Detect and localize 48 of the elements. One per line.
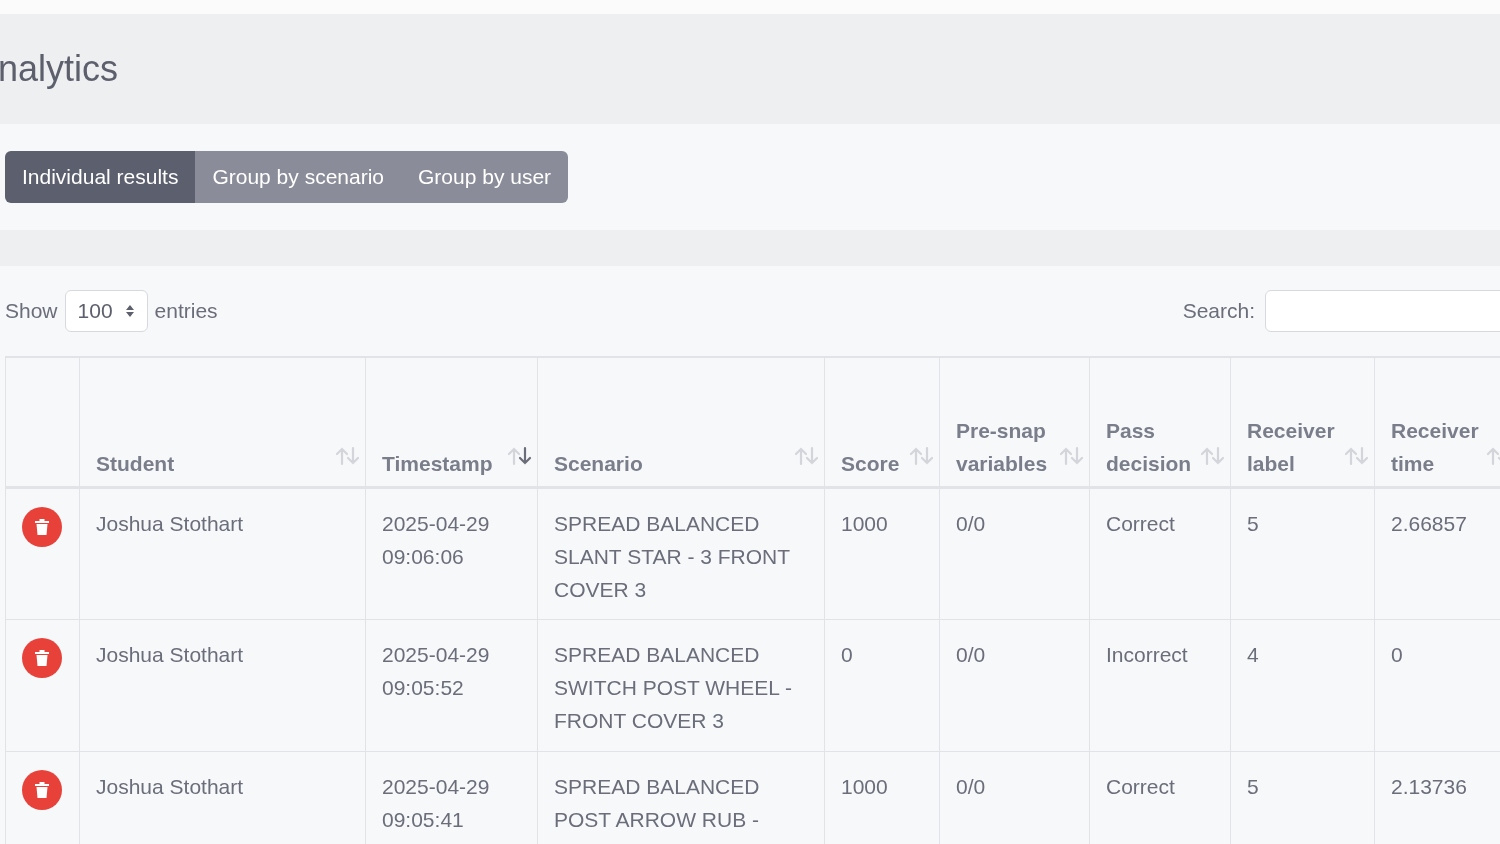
table-cell: 2025-04-29 09:06:06 — [365, 487, 538, 619]
column-header[interactable]: Score — [841, 446, 900, 480]
trash-icon — [35, 649, 49, 666]
select-arrows-icon — [124, 304, 135, 318]
table-cell: 2025-04-29 09:05:41 — [365, 751, 538, 844]
show-label: Show — [5, 298, 58, 325]
table-cell: 2.13736 — [1374, 751, 1500, 844]
search-label: Search: — [1182, 298, 1255, 325]
table-cell: Correct — [1089, 487, 1231, 619]
trash-icon — [35, 781, 49, 798]
table-cell: 0/0 — [939, 619, 1090, 751]
view-tab[interactable]: Group by scenario — [195, 151, 401, 203]
column-header[interactable]: Timestamp — [382, 446, 493, 480]
table-cell: 0/0 — [939, 751, 1090, 844]
table-cell: 0 — [824, 619, 940, 751]
table-cell: 2025-04-29 09:05:52 — [365, 619, 538, 751]
table-cell: Joshua Stothart — [79, 619, 366, 751]
table-cell: 1000 — [824, 487, 940, 619]
view-tab[interactable]: Individual results — [5, 151, 196, 203]
search-field[interactable] — [1265, 290, 1500, 332]
trash-icon — [35, 518, 49, 535]
column-header[interactable]: Pass decision — [1106, 413, 1200, 480]
table-cell: Correct — [1089, 751, 1231, 844]
column-header[interactable]: Receiver time — [1391, 413, 1486, 480]
column-header[interactable]: Scenario — [554, 446, 643, 480]
table-cell: SPREAD BALANCED SLANT STAR - 3 FRONT COVER 3 — [537, 487, 825, 619]
table-cell: SPREAD BALANCED POST ARROW RUB - — [537, 751, 825, 844]
column-header[interactable]: Receiver label — [1247, 413, 1344, 480]
table-cell: Joshua Stothart — [79, 487, 366, 619]
table-cell: 4 — [1230, 619, 1375, 751]
table-cell: 0 — [1374, 619, 1500, 751]
table-cell: 5 — [1230, 751, 1375, 844]
table-cell: 1000 — [824, 751, 940, 844]
view-tab[interactable]: Group by user — [401, 151, 569, 203]
entries-select[interactable]: 100 — [64, 290, 148, 332]
table-cell: 0/0 — [939, 487, 1090, 619]
delete-button[interactable] — [22, 769, 62, 810]
column-header[interactable]: Pre-snap variables — [956, 413, 1059, 480]
delete-button[interactable] — [22, 637, 62, 678]
delete-button[interactable] — [22, 506, 62, 547]
table-cell: 5 — [1230, 487, 1375, 619]
page-title: nalytics — [0, 47, 119, 91]
table-cell: 2.66857 — [1374, 487, 1500, 619]
entries-label: entries — [154, 298, 218, 325]
table-cell: Joshua Stothart — [79, 751, 366, 844]
column-header[interactable]: Student — [96, 446, 175, 480]
table-cell: SPREAD BALANCED SWITCH POST WHEEL - FRONT COVER 3 — [537, 619, 825, 751]
table-cell: Incorrect — [1089, 619, 1231, 751]
